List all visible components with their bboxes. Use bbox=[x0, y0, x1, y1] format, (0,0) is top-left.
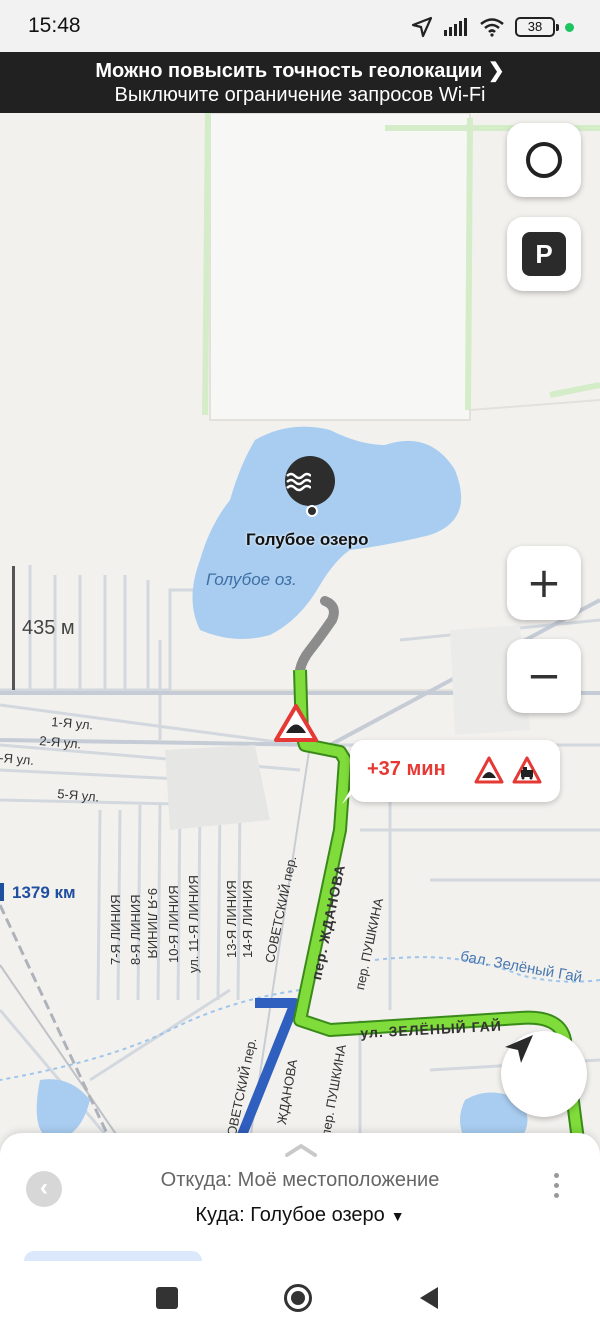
minus-icon: − bbox=[526, 651, 562, 700]
street-label: 13-Я ЛИНИЯ bbox=[224, 880, 239, 958]
poi-label: Голубое озеро bbox=[246, 530, 369, 549]
wifi-icon bbox=[480, 18, 504, 37]
scale-bar bbox=[12, 566, 15, 690]
road-bump-warning-icon bbox=[474, 756, 504, 784]
my-location-button[interactable] bbox=[501, 1031, 587, 1117]
banner-title: Можно повысить точность геолокации ❯ bbox=[95, 60, 505, 82]
status-icons: 38 bbox=[411, 14, 574, 40]
lake-poi-pin[interactable] bbox=[285, 456, 335, 506]
banner-subtitle: Выключите ограничение запросов Wi-Fi bbox=[114, 84, 486, 106]
more-menu-button[interactable] bbox=[554, 1173, 560, 1203]
back-nav-button[interactable] bbox=[416, 1285, 442, 1311]
alice-voice-button[interactable] bbox=[507, 123, 581, 197]
plus-icon: + bbox=[526, 558, 562, 607]
zoom-in-button[interactable]: + bbox=[507, 546, 581, 620]
recents-button[interactable] bbox=[156, 1287, 178, 1309]
alice-icon bbox=[526, 142, 562, 178]
geolocation-banner[interactable]: Можно повысить точность геолокации ❯ Вык… bbox=[0, 52, 600, 113]
route-time-callout[interactable]: +37 мин bbox=[342, 740, 560, 804]
street-label: 8-Я ЛИНИЯ bbox=[128, 894, 143, 965]
location-arrow-icon bbox=[411, 16, 433, 38]
battery-icon: 38 bbox=[515, 17, 559, 37]
route-to-field[interactable]: Куда: Голубое озеро ▼ bbox=[0, 1204, 600, 1227]
poi-point bbox=[306, 505, 318, 517]
street-label: ул. 11-Я ЛИНИЯ bbox=[186, 875, 201, 973]
parking-button[interactable]: P bbox=[507, 217, 581, 291]
street-label: 10-Я ЛИНИЯ bbox=[166, 885, 181, 963]
callout-tail bbox=[342, 780, 356, 804]
green-dot-icon bbox=[565, 22, 574, 32]
lake-label: Голубое оз. bbox=[206, 570, 297, 589]
street-label: 7-Я ЛИНИЯ bbox=[108, 894, 123, 965]
system-nav-bar bbox=[0, 1262, 600, 1332]
chevron-right-icon: ❯ bbox=[487, 60, 505, 82]
street-label: 9-Я ЛИНИЯ bbox=[145, 888, 160, 959]
scale-label: 435 м bbox=[22, 617, 75, 639]
caret-down-icon: ▼ bbox=[390, 1208, 405, 1224]
parking-icon: P bbox=[522, 232, 566, 276]
street-label: -Я ул. bbox=[0, 750, 35, 768]
status-time: 15:48 bbox=[28, 14, 81, 37]
water-waves-icon bbox=[286, 472, 311, 492]
route-from-field[interactable]: Откуда: Моё местоположение bbox=[0, 1169, 600, 1192]
distance-label: 1379 км bbox=[0, 883, 76, 903]
navigation-arrow-icon bbox=[505, 1035, 533, 1063]
route-option-peek[interactable] bbox=[24, 1251, 202, 1261]
zoom-out-button[interactable]: − bbox=[507, 639, 581, 713]
railroad-crossing-warning-icon bbox=[512, 756, 542, 784]
street-label: 14-Я ЛИНИЯ bbox=[240, 880, 255, 958]
sheet-handle-icon[interactable] bbox=[284, 1143, 318, 1157]
route-extra-time: +37 мин bbox=[367, 758, 446, 780]
signal-icon bbox=[444, 18, 467, 36]
map-view[interactable]: P + − 435 м Голубое озеро Голубое оз. +3… bbox=[0, 113, 600, 1143]
home-button[interactable] bbox=[283, 1283, 313, 1313]
route-to-label: Куда: Голубое озеро bbox=[195, 1204, 385, 1226]
status-bar: 15:48 38 bbox=[0, 0, 600, 52]
